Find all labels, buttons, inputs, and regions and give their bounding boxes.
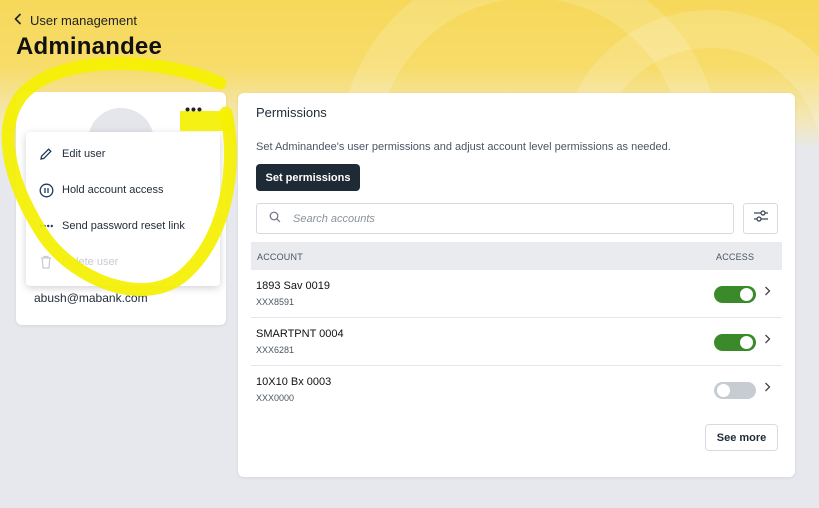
- search-accounts-field[interactable]: [256, 203, 734, 234]
- account-name: 1893 Sav 0019: [256, 280, 331, 292]
- account-number: XXX0000: [256, 393, 295, 403]
- user-actions-menu: Edit user Hold account access Send passw…: [26, 132, 220, 286]
- search-input[interactable]: [293, 212, 693, 225]
- table-row[interactable]: SMARTPNT 0004 XXX6281: [251, 318, 782, 366]
- sliders-icon: [753, 209, 769, 228]
- menu-item-label: Delete user: [62, 256, 119, 268]
- password-dots-icon: [38, 218, 54, 234]
- table-row[interactable]: 1893 Sav 0019 XXX8591: [251, 270, 782, 318]
- filter-button[interactable]: [743, 203, 778, 234]
- chevron-right-icon[interactable]: [764, 333, 771, 347]
- menu-item-send-reset-link[interactable]: Send password reset link: [26, 208, 220, 244]
- account-name: SMARTPNT 0004: [256, 328, 344, 340]
- more-options-button-overlay[interactable]: •••: [180, 101, 208, 122]
- back-link-label: User management: [30, 13, 137, 28]
- chevron-right-icon[interactable]: [764, 285, 771, 299]
- trash-icon: [38, 254, 54, 270]
- set-permissions-button[interactable]: Set permissions: [256, 164, 360, 191]
- menu-item-label: Edit user: [62, 148, 106, 160]
- chevron-right-icon[interactable]: [764, 381, 771, 395]
- toggle-knob: [740, 288, 753, 301]
- ellipsis-icon: •••: [185, 101, 203, 117]
- column-header-account: ACCOUNT: [257, 252, 303, 262]
- table-row[interactable]: 10X10 Bx 0003 XXX0000: [251, 366, 782, 414]
- permissions-panel: Permissions Set Adminandee's user permis…: [238, 93, 795, 477]
- access-toggle[interactable]: [714, 286, 756, 303]
- access-toggle[interactable]: [714, 334, 756, 351]
- account-number: XXX8591: [256, 297, 295, 307]
- user-email: abush@mabank.com: [34, 291, 148, 305]
- menu-item-label: Send password reset link: [62, 220, 185, 232]
- access-toggle[interactable]: [714, 382, 756, 399]
- accounts-table-header: ACCOUNT ACCESS: [251, 242, 782, 270]
- menu-item-label: Hold account access: [62, 184, 164, 196]
- column-header-access: ACCESS: [716, 252, 755, 262]
- permissions-description: Set Adminandee's user permissions and ad…: [256, 141, 671, 153]
- pause-icon: [38, 182, 54, 198]
- pencil-icon: [38, 146, 54, 162]
- menu-item-hold-access[interactable]: Hold account access: [26, 172, 220, 208]
- chevron-left-icon: [14, 13, 22, 28]
- account-name: 10X10 Bx 0003: [256, 376, 332, 388]
- back-link[interactable]: User management: [14, 13, 137, 28]
- page-title: Adminandee: [16, 33, 163, 60]
- menu-item-edit-user[interactable]: Edit user: [26, 136, 220, 172]
- account-number: XXX6281: [256, 345, 295, 355]
- see-more-button[interactable]: See more: [705, 424, 778, 451]
- menu-item-delete-user: Delete user: [26, 244, 220, 280]
- toggle-knob: [717, 384, 730, 397]
- toggle-knob: [740, 336, 753, 349]
- search-icon: [269, 210, 281, 228]
- permissions-title: Permissions: [256, 105, 327, 120]
